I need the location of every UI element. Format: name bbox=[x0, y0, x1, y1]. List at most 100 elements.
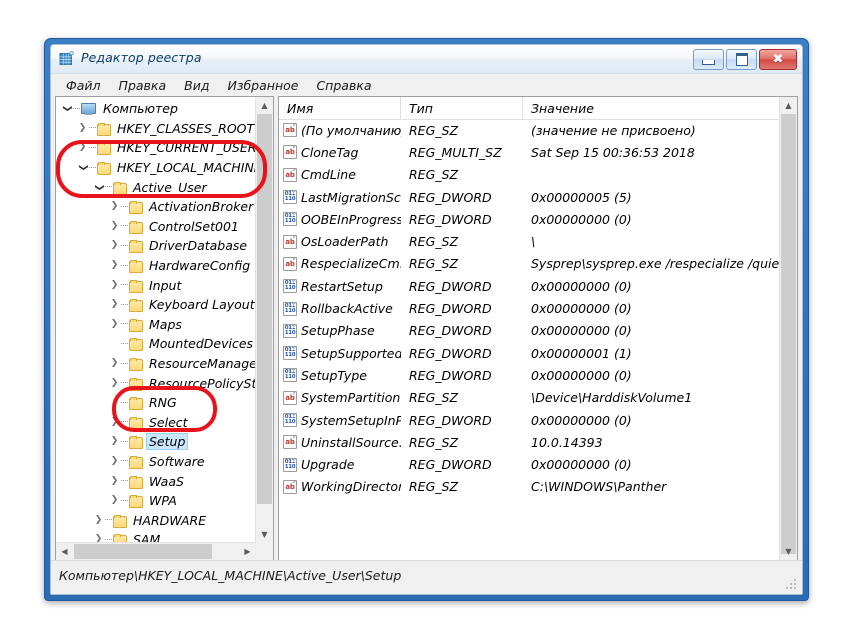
value-row[interactable]: 011 110 SetupType REG_DWORD 0x00000000 (0) bbox=[279, 364, 780, 386]
values-scroll-up-button[interactable]: ▲ bbox=[780, 97, 797, 114]
tree-vertical-scrollbar[interactable]: ▲ ▼ bbox=[255, 97, 273, 543]
tree-scroll-left-button[interactable]: ◀ bbox=[56, 543, 73, 560]
tree-scroll-thumb[interactable] bbox=[257, 114, 272, 504]
chevron-right-icon[interactable]: ❯ bbox=[108, 496, 121, 505]
tree-item-activationbroker[interactable]: ❯ ActivationBroker bbox=[56, 197, 256, 217]
chevron-right-icon[interactable]: ❯ bbox=[108, 280, 121, 290]
resize-grip[interactable] bbox=[786, 579, 798, 591]
tree-horizontal-scrollbar[interactable]: ◀ ▶ bbox=[56, 542, 256, 560]
column-header-name[interactable]: Имя bbox=[279, 97, 401, 119]
tree-item-setup[interactable]: ❯ Setup bbox=[56, 432, 256, 452]
menu-edit[interactable]: Правка bbox=[110, 76, 176, 95]
value-row[interactable]: 011 110 OOBEInProgress REG_DWORD 0x00000000 … bbox=[279, 208, 780, 230]
tree-item-hkey-local-machine[interactable]: ❯ HKEY_LOCAL_MACHINE bbox=[56, 158, 256, 178]
folder-icon bbox=[97, 142, 111, 156]
tree-item-mounteddevices[interactable]: MountedDevices bbox=[56, 334, 256, 354]
tree-item-hardware[interactable]: ❯ HARDWARE bbox=[56, 510, 256, 530]
registry-editor-window: Редактор реестра ✖ Файл Правка Вид Избра… bbox=[44, 38, 809, 601]
tree-scroll-down-button[interactable]: ▼ bbox=[256, 526, 273, 543]
tree-item-keyboard-layout[interactable]: ❯ Keyboard Layout bbox=[56, 295, 256, 315]
value-row[interactable]: ab OsLoaderPath REG_SZ \ bbox=[279, 230, 780, 252]
value-row[interactable]: ab RespecializeCm... REG_SZ Sysprep\sysprep… bbox=[279, 253, 780, 275]
tree-item-resourcepolicystor[interactable]: ❯ ResourcePolicyStor bbox=[56, 373, 256, 393]
chevron-right-icon[interactable]: ❯ bbox=[108, 456, 121, 466]
value-row[interactable]: ab UninstallSource... REG_SZ 10.0.14393 bbox=[279, 431, 780, 453]
title-bar[interactable]: Редактор реестра ✖ bbox=[51, 45, 802, 74]
tree-connector-line bbox=[121, 480, 128, 482]
tree-scroll-up-button[interactable]: ▲ bbox=[256, 97, 273, 114]
value-row[interactable]: 011 110 RestartSetup REG_DWORD 0x00000000 (0… bbox=[279, 275, 780, 297]
value-row[interactable]: 011110 SystemSetupInP... REG_DWORD 0x000000… bbox=[279, 409, 780, 431]
tree-scroll-right-button[interactable]: ▶ bbox=[239, 543, 256, 560]
tree-item-hardwareconfig[interactable]: ❯ HardwareConfig bbox=[56, 256, 256, 276]
value-row[interactable]: ab CmdLine REG_SZ bbox=[279, 164, 780, 186]
tree-item--[interactable]: ❯ Компьютер bbox=[56, 99, 256, 119]
value-name-cell: 011 110 Upgrade bbox=[279, 457, 401, 472]
value-row[interactable]: 011 110 Upgrade REG_DWORD 0x00000000 (0) bbox=[279, 453, 780, 475]
tree-item-resourcemanager[interactable]: ❯ ResourceManager bbox=[56, 354, 256, 374]
chevron-right-icon[interactable]: ❯ bbox=[108, 437, 121, 446]
value-row[interactable]: ab (По умолчанию) REG_SZ (значение не присв… bbox=[279, 119, 780, 141]
chevron-right-icon[interactable]: ❯ bbox=[108, 319, 121, 329]
minimize-icon bbox=[702, 59, 715, 65]
tree-item-label: Active_User bbox=[133, 179, 207, 195]
minimize-button[interactable] bbox=[693, 49, 724, 70]
value-row[interactable]: 011 110 RollbackActive REG_DWORD 0x00000000 … bbox=[279, 297, 780, 319]
value-row[interactable]: 011110 LastMigrationSc... REG_DWORD 0x00000… bbox=[279, 186, 780, 208]
value-type-cell: REG_SZ bbox=[409, 256, 459, 272]
window-client-area: Редактор реестра ✖ Файл Правка Вид Избра… bbox=[50, 44, 803, 595]
chevron-right-icon[interactable]: ❯ bbox=[76, 143, 89, 152]
value-row[interactable]: ab CloneTag REG_MULTI_SZ Sat Sep 15 00:36:5… bbox=[279, 141, 780, 163]
value-data-cell: 0x00000000 (0) bbox=[531, 278, 632, 294]
chevron-right-icon[interactable]: ❯ bbox=[108, 261, 121, 270]
tree-item-rng[interactable]: RNG bbox=[56, 393, 256, 413]
menu-help[interactable]: Справка bbox=[307, 76, 380, 95]
column-header-value[interactable]: Значение bbox=[523, 97, 797, 119]
chevron-right-icon[interactable]: ❯ bbox=[108, 202, 121, 211]
value-row[interactable]: ab WorkingDirectory REG_SZ C:\WINDOWS\Panth… bbox=[279, 476, 780, 498]
value-row[interactable]: 011 110 SetupSupported REG_DWORD 0x00000001 … bbox=[279, 342, 780, 364]
maximize-button[interactable] bbox=[726, 49, 757, 70]
tree-item-input[interactable]: ❯ Input bbox=[56, 275, 256, 295]
chevron-down-icon[interactable]: ❯ bbox=[94, 181, 104, 194]
values-vertical-scrollbar[interactable]: ▲ ▼ bbox=[779, 97, 797, 560]
tree-item-software[interactable]: ❯ Software bbox=[56, 452, 256, 472]
tree-item-waas[interactable]: ❯ WaaS bbox=[56, 471, 256, 491]
chevron-right-icon[interactable]: ❯ bbox=[76, 123, 89, 133]
value-data-cell: 0x00000000 (0) bbox=[531, 211, 632, 227]
menu-favorites[interactable]: Избранное bbox=[218, 76, 307, 95]
menu-view[interactable]: Вид bbox=[175, 76, 218, 95]
tree-item-select[interactable]: ❯ Select bbox=[56, 413, 256, 433]
column-header-type[interactable]: Тип bbox=[401, 97, 523, 119]
chevron-right-icon[interactable]: ❯ bbox=[108, 476, 121, 486]
close-button[interactable]: ✖ bbox=[759, 49, 797, 70]
chevron-down-icon[interactable]: ❯ bbox=[62, 102, 72, 115]
tree-hscroll-thumb[interactable] bbox=[74, 544, 212, 559]
menu-file[interactable]: Файл bbox=[57, 76, 110, 95]
chevron-right-icon[interactable]: ❯ bbox=[108, 300, 121, 309]
value-row[interactable]: ab SystemPartition REG_SZ \Device\HarddiskV… bbox=[279, 387, 780, 409]
chevron-right-icon[interactable]: ❯ bbox=[108, 378, 121, 388]
tree-item-driverdatabase[interactable]: ❯ DriverDatabase bbox=[56, 236, 256, 256]
chevron-right-icon[interactable]: ❯ bbox=[92, 515, 105, 525]
tree-item-label: Select bbox=[149, 414, 188, 430]
chevron-right-icon[interactable]: ❯ bbox=[108, 241, 121, 250]
tree-item-active-user[interactable]: ❯ Active_User bbox=[56, 177, 256, 197]
tree-item-controlset001[interactable]: ❯ ControlSet001 bbox=[56, 217, 256, 237]
value-name-cell: 011 110 RestartSetup bbox=[279, 279, 401, 294]
tree-item-label: RNG bbox=[149, 395, 177, 411]
values-scroll-down-button[interactable]: ▼ bbox=[780, 543, 797, 560]
tree-connector-line bbox=[105, 538, 112, 541]
chevron-right-icon[interactable]: ❯ bbox=[108, 221, 121, 231]
tree-item-wpa[interactable]: ❯ WPA bbox=[56, 491, 256, 511]
value-row[interactable]: 011 110 SetupPhase REG_DWORD 0x00000000 (0) bbox=[279, 320, 780, 342]
tree-item-hkey-current-user[interactable]: ❯ HKEY_CURRENT_USER bbox=[56, 138, 256, 158]
chevron-right-icon[interactable]: ❯ bbox=[108, 417, 121, 427]
chevron-down-icon[interactable]: ❯ bbox=[78, 161, 88, 174]
values-scroll-thumb[interactable] bbox=[781, 114, 796, 554]
tree-item-hkey-classes-root[interactable]: ❯ HKEY_CLASSES_ROOT bbox=[56, 119, 256, 139]
dword-value-icon: 011 110 bbox=[283, 279, 297, 294]
chevron-right-icon[interactable]: ❯ bbox=[108, 359, 121, 368]
tree-item-maps[interactable]: ❯ Maps bbox=[56, 315, 256, 335]
